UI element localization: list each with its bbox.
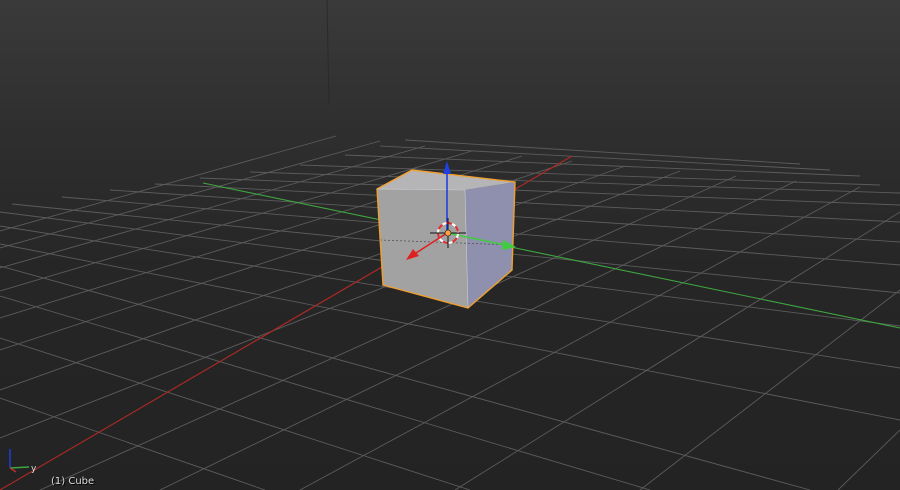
gizmo-x-icon bbox=[9, 467, 17, 473]
viewport-scene[interactable]: y bbox=[0, 0, 900, 490]
z-arrow-icon[interactable] bbox=[443, 161, 451, 174]
object-info-label: (1) Cube bbox=[51, 476, 95, 487]
gizmo-y-icon bbox=[9, 466, 30, 469]
y-axis-line bbox=[202, 182, 900, 329]
3d-viewport[interactable]: y (1) Cube bbox=[0, 0, 900, 490]
cube-object[interactable] bbox=[376, 169, 516, 309]
orientation-gizmo: y bbox=[9, 449, 37, 474]
viewport-seam bbox=[326, 0, 330, 106]
gizmo-y-label: y bbox=[31, 464, 37, 474]
object-origin-icon bbox=[444, 229, 452, 237]
